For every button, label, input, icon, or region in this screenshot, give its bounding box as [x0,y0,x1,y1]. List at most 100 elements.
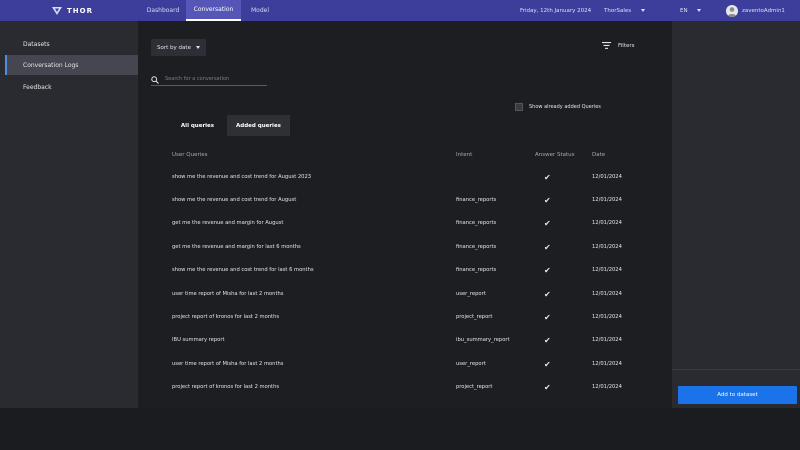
table-row[interactable]: show me the revenue and cost trend for A… [168,190,640,210]
language-label: EN [680,7,688,14]
sort-dropdown[interactable]: Sort by date [151,39,206,56]
tab-model[interactable]: Model [246,0,274,21]
panel-divider [672,369,800,370]
filters-label: Filters [618,43,635,49]
query-cell: user time report of Misha for last 2 mon… [172,291,284,297]
intent-cell: project_report [456,314,493,320]
column-header-intent[interactable]: Intent [456,150,472,160]
column-header-user-queries[interactable]: User Queries [172,150,208,160]
date-cell: 12/01/2024 [592,291,622,297]
header-label: Answer Status [535,152,575,158]
table-row[interactable]: show me the revenue and cost trend for A… [168,167,640,187]
date-cell: 12/01/2024 [592,361,622,367]
tab-all-queries[interactable]: All queries [168,115,227,136]
tab-label: Dashboard [146,7,180,14]
column-header-answer-status[interactable]: Answer Status [535,150,575,160]
query-cell: get me the revenue and margin for August [172,220,284,226]
intent-cell: user_report [456,361,486,367]
tab-label: Model [250,7,269,14]
sidebar-item-label: Datasets [23,40,50,48]
add-to-dataset-button[interactable]: Add to dataset [678,386,797,404]
check-icon: ✔ [544,359,551,369]
intent-cell: ibu_summary_report [456,337,510,343]
search-input[interactable] [165,75,265,82]
query-cell: show me the revenue and cost trend for l… [172,267,314,273]
segment-label: Added queries [236,122,281,129]
query-cell: show me the revenue and cost trend for A… [172,197,297,203]
column-header-date[interactable]: Date [592,150,605,160]
date-cell: 12/01/2024 [592,384,622,390]
intent-cell: finance_reports [456,220,497,226]
query-cell: project report of kronos for last 2 mont… [172,384,280,390]
chevron-down-icon [696,9,701,12]
date-cell: 12/01/2024 [592,197,622,203]
check-icon: ✔ [544,289,551,299]
table-row[interactable]: get me the revenue and margin for August… [168,213,640,233]
date-cell: 12/01/2024 [592,337,622,343]
filters-button[interactable]: Filters [602,41,635,51]
intent-cell: finance_reports [456,197,497,203]
check-icon: ✔ [544,312,551,322]
search-bar [151,72,267,86]
header-label: User Queries [172,152,208,158]
intent-cell: finance_reports [456,267,497,273]
current-date: Friday, 12th January 2024 [520,0,591,21]
sidebar-item-feedback[interactable]: Feedback [5,77,138,97]
header-label: Date [592,152,606,158]
date-cell: 12/01/2024 [592,174,622,180]
brand-name: THOR [67,6,93,15]
sidebar: Datasets Conversation Logs Feedback [0,21,138,408]
check-icon: ✔ [544,265,551,275]
check-icon: ✔ [544,382,551,392]
right-panel [672,21,800,408]
check-icon: ✔ [544,218,551,228]
query-cell: get me the revenue and margin for last 6… [172,244,301,250]
sidebar-item-datasets[interactable]: Datasets [5,34,138,54]
sort-label: Sort by date [157,44,191,51]
check-icon: ✔ [544,195,551,205]
check-icon: ✔ [544,335,551,345]
brand-logo[interactable]: THOR [52,0,93,21]
sidebar-item-conversation-logs[interactable]: Conversation Logs [5,55,138,75]
query-cell: project report of kronos for last 2 mont… [172,314,280,320]
chevron-down-icon [641,9,646,12]
tab-dashboard[interactable]: Dashboard [144,0,182,21]
query-cell: IBU summary report [172,337,225,343]
segment-label: All queries [180,122,215,129]
show-added-label: Show already added Queries [529,104,601,110]
table-row[interactable]: get me the revenue and margin for last 6… [168,237,640,257]
sidebar-item-label: Conversation Logs [23,61,79,69]
intent-cell: user_report [456,291,486,297]
top-navigation-bar: THOR Dashboard Conversation Model Friday… [0,0,800,21]
show-added-queries-toggle[interactable]: Show already added Queries [515,102,601,112]
avatar-icon [726,4,738,17]
username: zaventoAdmin1 [742,7,785,14]
date-cell: 12/01/2024 [592,314,622,320]
chevron-down-icon [195,46,200,49]
intent-cell: project_report [456,384,493,390]
tab-conversation[interactable]: Conversation [186,0,241,21]
show-added-checkbox[interactable] [515,103,523,111]
user-menu[interactable]: zaventoAdmin1 [726,0,785,21]
thor-logo-icon [52,6,62,15]
table-row[interactable]: project report of kronos for last 2 mont… [168,307,640,327]
header-label: Intent [456,152,473,158]
sidebar-item-label: Feedback [23,83,52,91]
table-row[interactable]: show me the revenue and cost trend for l… [168,260,640,280]
table-row[interactable]: project report of kronos for last 2 mont… [168,377,640,397]
language-selector[interactable]: EN [680,0,701,21]
tab-added-queries[interactable]: Added queries [227,115,290,136]
workspace-selector[interactable]: ThorSales [604,0,646,21]
query-cell: user time report of Misha for last 2 mon… [172,361,284,367]
table-row[interactable]: IBU summary report ibu_summary_report ✔ … [168,330,640,350]
search-icon [151,69,159,88]
query-cell: show me the revenue and cost trend for A… [172,174,312,180]
button-label: Add to dataset [717,392,758,398]
check-icon: ✔ [544,172,551,182]
date-cell: 12/01/2024 [592,220,622,226]
date-cell: 12/01/2024 [592,244,622,250]
date-text: Friday, 12th January 2024 [520,7,592,14]
table-row[interactable]: user time report of Misha for last 2 mon… [168,284,640,304]
tab-label: Conversation [193,6,234,13]
table-row[interactable]: user time report of Misha for last 2 mon… [168,354,640,374]
